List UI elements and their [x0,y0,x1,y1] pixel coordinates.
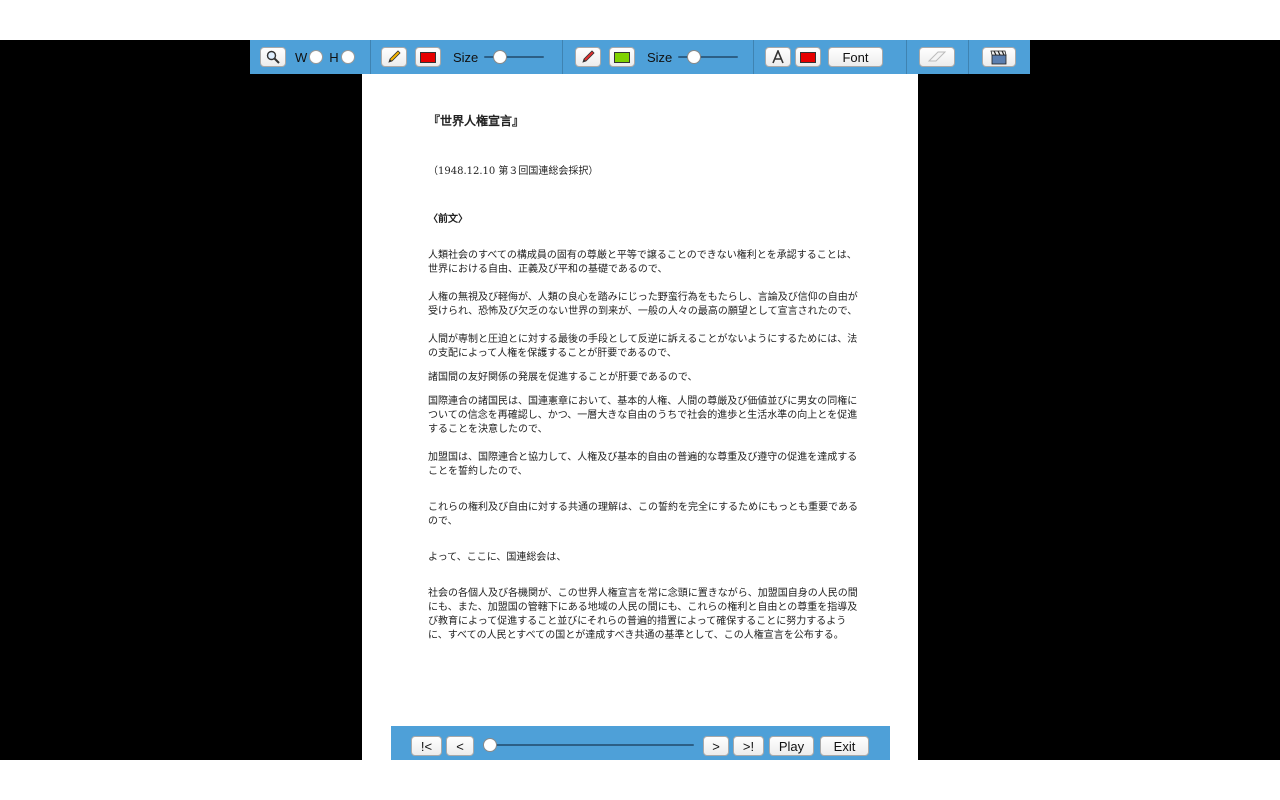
paragraph: 人権の無視及び軽侮が、人類の良心を踏みにじった野蛮行為をもたらし、言論及び信仰の… [428,292,858,317]
paragraph: 諸国間の友好関係の発展を促進することが肝要であるので、 [428,372,698,383]
text-A-icon [772,50,784,64]
pen-group: Size [371,40,563,74]
paragraph: よって、ここに、国連総会は、 [428,552,567,563]
font-button[interactable]: Font [828,47,883,67]
pen-button[interactable] [381,47,407,67]
page-navigation-bar: !< < > >! Play Exit [391,726,890,760]
paragraph: 国際連合の諸国民は、国連憲章において、基本的人権、人間の尊厳及び価値並びに男女の… [428,396,858,435]
marker-group: Size [563,40,754,74]
paragraph: これらの権利及び自由に対する共通の理解は、この誓約を完全にするためにもっとも重要… [428,502,858,527]
marker-size-slider[interactable] [678,50,739,64]
marker-color-swatch [614,51,630,63]
eraser-icon [927,51,947,62]
first-page-button[interactable]: !< [411,736,442,756]
zoom-button[interactable] [260,47,286,67]
marker-color-button[interactable] [609,47,635,67]
marker-size-label: Size [647,49,673,65]
text-tool-button[interactable] [765,47,791,67]
pen-size-thumb[interactable] [493,50,508,64]
play-button[interactable]: Play [769,736,814,756]
zoom-group: W H [250,40,371,74]
record-group [969,40,1030,74]
document-title: 『世界人権宣言』 [428,114,525,128]
width-label: W [295,49,308,65]
preface-heading: 〈前文〉 [428,214,468,225]
marker-size-thumb[interactable] [687,50,702,64]
next-page-button[interactable]: > [703,736,729,756]
height-knob[interactable] [340,50,355,64]
page-position-thumb[interactable] [483,738,497,752]
text-group: Font [754,40,907,74]
pen-color-swatch [420,51,436,63]
page-position-track [483,744,694,746]
document-page: 『世界人権宣言』 （1948.12.10 第３回国連総会採択） 〈前文〉 人類社… [362,74,918,760]
text-color-button[interactable] [795,47,821,67]
pen-size-label: Size [453,49,479,65]
eraser-group [907,40,969,74]
prev-page-button[interactable]: < [446,736,474,756]
paragraph: 社会の各個人及び各機関が、この世界人権宣言を常に念頭に置きながら、加盟国自身の人… [428,588,858,641]
pen-color-button[interactable] [415,47,441,67]
height-label: H [329,49,339,65]
pen-size-slider[interactable] [484,50,545,64]
document-adopted-note: （1948.12.10 第３回国連総会採択） [428,166,599,177]
text-color-swatch [800,51,816,63]
annotation-toolbar: W H Size Size Font [250,40,1030,74]
record-button[interactable] [982,47,1016,67]
clapperboard-icon [990,50,1007,65]
width-knob[interactable] [309,50,324,64]
paragraph: 人間が専制と圧迫とに対する最後の手段として反逆に訴えることがないようにするために… [428,334,858,359]
document-body: 『世界人権宣言』 （1948.12.10 第３回国連総会採択） 〈前文〉 人類社… [428,112,858,643]
paragraph: 加盟国は、国際連合と協力して、人権及び基本的自由の普遍的な尊重及び遵守の促進を達… [428,452,858,477]
last-page-button[interactable]: >! [733,736,764,756]
page-position-slider[interactable] [483,738,694,752]
marker-button[interactable] [575,47,601,67]
pencil-icon [388,50,401,63]
magnifier-icon [266,50,280,64]
exit-button[interactable]: Exit [820,736,869,756]
paragraph: 人類社会のすべての構成員の固有の尊厳と平等で譲ることのできない権利とを承認するこ… [428,250,857,275]
eraser-button[interactable] [919,47,955,67]
marker-icon [582,50,595,63]
